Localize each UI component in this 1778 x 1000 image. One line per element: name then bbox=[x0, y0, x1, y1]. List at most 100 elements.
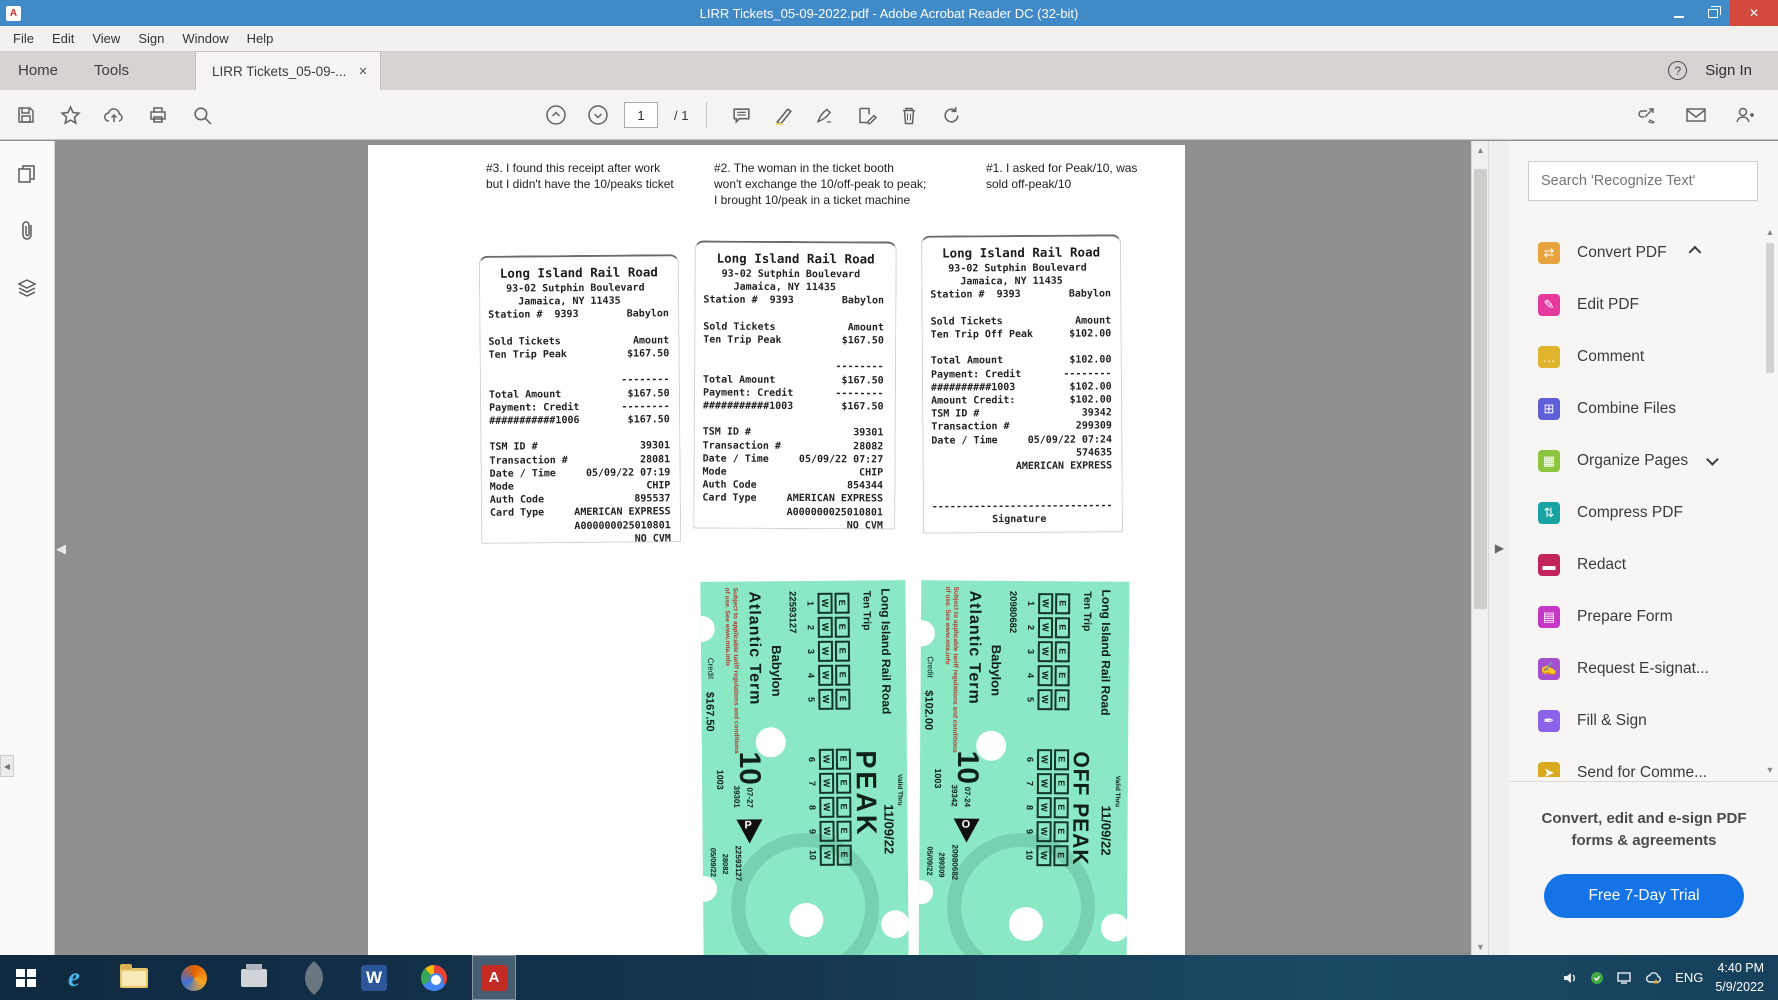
panel-scroll-down-icon[interactable]: ▼ bbox=[1763, 765, 1777, 775]
start-button[interactable] bbox=[0, 955, 52, 1000]
tool-redact[interactable]: ▬ Redact bbox=[1510, 539, 1778, 591]
tool-send-for-comments[interactable]: ➤ Send for Comme... bbox=[1510, 747, 1778, 777]
punch-box: W bbox=[818, 664, 834, 686]
chevron-up-icon[interactable] bbox=[1688, 245, 1701, 258]
cloud-upload-button[interactable] bbox=[98, 98, 130, 132]
panel-scroll-up-icon[interactable]: ▲ bbox=[1763, 227, 1777, 237]
pen-app-icon bbox=[297, 960, 331, 995]
close-button[interactable]: ✕ bbox=[1730, 0, 1778, 26]
collapse-left-icon[interactable]: ◀ bbox=[56, 541, 66, 557]
save-button[interactable] bbox=[10, 98, 42, 132]
menu-file[interactable]: File bbox=[4, 26, 43, 51]
free-trial-button[interactable]: Free 7-Day Trial bbox=[1544, 873, 1744, 918]
security-status-icon[interactable] bbox=[1590, 971, 1604, 985]
star-button[interactable] bbox=[54, 98, 86, 132]
tab-close-icon[interactable]: ✕ bbox=[358, 65, 367, 78]
ticket-direction-letter: O bbox=[961, 818, 971, 831]
attachments-button[interactable] bbox=[17, 220, 37, 247]
highlight-button[interactable] bbox=[767, 98, 799, 132]
menu-sign[interactable]: Sign bbox=[129, 26, 173, 51]
cloud-warning-icon[interactable] bbox=[1645, 971, 1663, 985]
taskbar-file-explorer[interactable] bbox=[112, 955, 156, 1000]
next-page-button[interactable] bbox=[582, 98, 614, 132]
punch-number: 7 bbox=[807, 780, 818, 786]
taskbar-acrobat-reader[interactable]: A bbox=[472, 955, 516, 1000]
taskbar-chrome[interactable] bbox=[412, 955, 456, 1000]
tool-prepare-form[interactable]: ▤ Prepare Form bbox=[1510, 591, 1778, 643]
sign-button[interactable] bbox=[809, 98, 841, 132]
tool-organize-pages[interactable]: ▦ Organize Pages bbox=[1510, 435, 1778, 487]
taskbar-internet-explorer[interactable]: e bbox=[52, 955, 96, 1000]
tools-search-input[interactable] bbox=[1541, 173, 1745, 189]
taskbar-word[interactable]: W bbox=[352, 955, 396, 1000]
email-button[interactable] bbox=[1680, 98, 1712, 132]
panel-scrollbar-thumb[interactable] bbox=[1766, 243, 1774, 373]
rotate-button[interactable] bbox=[935, 98, 967, 132]
export-pdf-button[interactable] bbox=[851, 98, 883, 132]
menu-window[interactable]: Window bbox=[173, 26, 237, 51]
tray-clock[interactable]: 4:40 PM 5/9/2022 bbox=[1715, 959, 1764, 997]
ticket-type-label: Ten Trip bbox=[1080, 591, 1094, 632]
panel-scrollbar[interactable]: ▲ ▼ bbox=[1763, 227, 1777, 775]
ticket-serial-number: 20980682 bbox=[1006, 590, 1019, 634]
navigation-rail: ◀ bbox=[0, 141, 55, 955]
restore-icon bbox=[1708, 5, 1721, 18]
search-button[interactable] bbox=[186, 98, 218, 132]
ticket-date-code: 05/09/22 bbox=[925, 846, 935, 876]
panel-collapse-strip[interactable]: ▶ bbox=[1488, 141, 1510, 955]
taskbar-printer-app[interactable] bbox=[232, 955, 276, 1000]
language-indicator[interactable]: ENG bbox=[1675, 970, 1703, 985]
tab-home[interactable]: Home bbox=[0, 51, 76, 90]
print-button[interactable] bbox=[142, 98, 174, 132]
minimize-button[interactable] bbox=[1662, 0, 1696, 26]
sign-link-button[interactable] bbox=[1632, 98, 1664, 132]
ticket-punch-grid-top: 1WE2WE3WE4WE5WE bbox=[804, 592, 851, 710]
ticket-tsm-id: 39301 bbox=[732, 785, 742, 808]
page-thumbnails-button[interactable] bbox=[16, 163, 38, 190]
taskbar-photos-app[interactable] bbox=[172, 955, 216, 1000]
taskbar-pen-app[interactable] bbox=[292, 955, 336, 1000]
tool-comment[interactable]: … Comment bbox=[1510, 331, 1778, 383]
share-button[interactable] bbox=[1728, 98, 1760, 132]
ticket-fine-print: Subject to applicable tariff regulations… bbox=[723, 587, 740, 754]
punch-number: 1 bbox=[805, 600, 816, 606]
layers-button[interactable] bbox=[16, 277, 38, 304]
link-pen-icon bbox=[1638, 108, 1656, 124]
delete-button[interactable] bbox=[893, 98, 925, 132]
tab-document[interactable]: LIRR Tickets_05-09-... ✕ bbox=[195, 51, 381, 90]
scroll-down-icon[interactable]: ▼ bbox=[1472, 938, 1488, 955]
menu-bar: File Edit View Sign Window Help bbox=[0, 26, 1778, 51]
page-number-input[interactable] bbox=[624, 102, 658, 128]
tool-convert-pdf[interactable]: ⇄ Convert PDF bbox=[1510, 227, 1778, 279]
tab-tools[interactable]: Tools bbox=[76, 51, 147, 90]
punch-number: 8 bbox=[1024, 804, 1035, 811]
help-icon[interactable]: ? bbox=[1668, 61, 1688, 80]
previous-page-button[interactable] bbox=[540, 98, 572, 132]
pane-splitter-arrow[interactable]: ◀ bbox=[0, 755, 14, 777]
comment-button[interactable] bbox=[725, 98, 757, 132]
scrollbar-thumb[interactable] bbox=[1474, 169, 1487, 609]
restore-button[interactable] bbox=[1696, 0, 1730, 26]
sign-in-button[interactable]: Sign In bbox=[1705, 62, 1752, 79]
tool-combine-files[interactable]: ⊞ Combine Files bbox=[1510, 383, 1778, 435]
punch-row: 6WE bbox=[806, 748, 852, 770]
network-icon[interactable] bbox=[1616, 971, 1633, 985]
tool-fill-sign[interactable]: ✒ Fill & Sign bbox=[1510, 695, 1778, 747]
ticket-code: 1003 bbox=[715, 769, 726, 790]
chevron-down-icon[interactable] bbox=[1706, 452, 1719, 466]
punch-row: 4WE bbox=[1025, 665, 1070, 687]
document-scrollbar[interactable]: ▲ ▼ bbox=[1471, 141, 1488, 955]
tools-search-box[interactable] bbox=[1528, 161, 1758, 201]
menu-help[interactable]: Help bbox=[238, 26, 283, 51]
scroll-up-icon[interactable]: ▲ bbox=[1472, 141, 1488, 158]
tool-request-esignature[interactable]: ✍ Request E-signat... bbox=[1510, 643, 1778, 695]
tool-compress-pdf[interactable]: ⇅ Compress PDF bbox=[1510, 487, 1778, 539]
ticket-origin-station: Atlantic Term bbox=[745, 591, 764, 706]
volume-icon[interactable] bbox=[1562, 970, 1578, 986]
menu-view[interactable]: View bbox=[83, 26, 129, 51]
menu-edit[interactable]: Edit bbox=[43, 26, 83, 51]
punch-number: 9 bbox=[807, 828, 818, 834]
tool-edit-pdf[interactable]: ✎ Edit PDF bbox=[1510, 279, 1778, 331]
punch-box: E bbox=[836, 844, 852, 866]
ticket-valid-thru-date: 11/09/22 bbox=[881, 804, 897, 855]
